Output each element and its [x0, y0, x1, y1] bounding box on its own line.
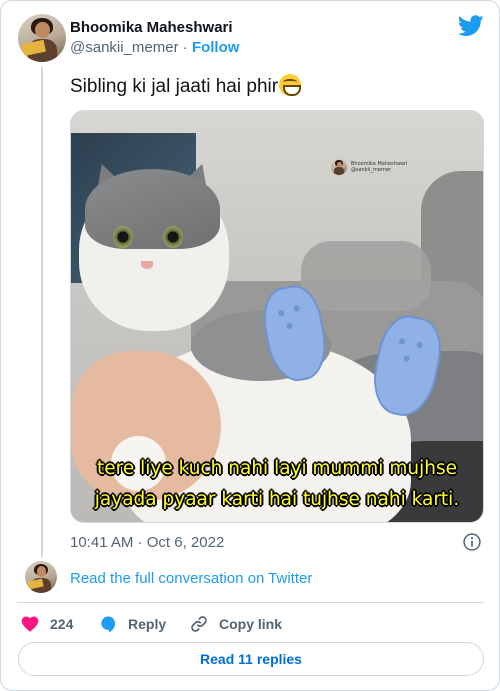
- watermark-avatar: [331, 159, 347, 175]
- tweet-embed-card: Bhoomika Maheshwari @sankii_memer · Foll…: [0, 0, 500, 691]
- watermark-handle: @sankii_memer: [351, 167, 391, 173]
- copy-link-label: Copy link: [219, 616, 283, 632]
- reply-button[interactable]: Reply: [98, 613, 166, 635]
- meme-caption-line-2: jayada pyaar karti hai tujhse nahi karti…: [94, 489, 460, 510]
- twitter-bird-icon[interactable]: [458, 15, 484, 37]
- author-avatar[interactable]: [18, 14, 66, 62]
- tweet-image[interactable]: Bhoomika Maheshwari @sankii_memer tere l…: [70, 110, 484, 523]
- author-name[interactable]: Bhoomika Maheshwari: [70, 19, 233, 36]
- read-conversation-link[interactable]: Read the full conversation on Twitter: [70, 570, 312, 587]
- grinning-emoji-icon: [279, 74, 302, 96]
- follow-button[interactable]: Follow: [192, 39, 240, 56]
- image-watermark: Bhoomika Maheshwari @sankii_memer: [331, 159, 407, 175]
- info-icon[interactable]: [462, 532, 482, 552]
- read-replies-button[interactable]: Read 11 replies: [18, 642, 484, 676]
- reply-bubble-icon: [101, 616, 116, 633]
- handle-separator: ·: [182, 39, 188, 56]
- tweet-text-body: Sibling ki jal jaati hai phir: [70, 76, 279, 97]
- copy-link-button[interactable]: Copy link: [189, 613, 282, 635]
- link-icon: [191, 616, 207, 632]
- like-button[interactable]: 224: [20, 613, 73, 635]
- thread-line: [41, 67, 43, 557]
- meme-caption-line-1: tere liye kuch nahi layi mummi mujhse: [97, 458, 457, 479]
- divider: [17, 602, 484, 603]
- conversation-avatar[interactable]: [25, 561, 57, 593]
- timestamp-separator: ·: [137, 534, 143, 551]
- author-handle[interactable]: @sankii_memer: [70, 39, 179, 56]
- author-handle-row: @sankii_memer · Follow: [70, 39, 239, 56]
- tweet-timestamp[interactable]: 10:41 AM · Oct 6, 2022: [70, 534, 224, 551]
- tweet-date[interactable]: Oct 6, 2022: [147, 534, 225, 551]
- heart-icon: [21, 616, 39, 632]
- like-count: 224: [50, 616, 74, 632]
- tweet-text: Sibling ki jal jaati hai phir: [70, 74, 302, 98]
- tweet-time[interactable]: 10:41 AM: [70, 534, 133, 551]
- reply-label: Reply: [128, 616, 167, 632]
